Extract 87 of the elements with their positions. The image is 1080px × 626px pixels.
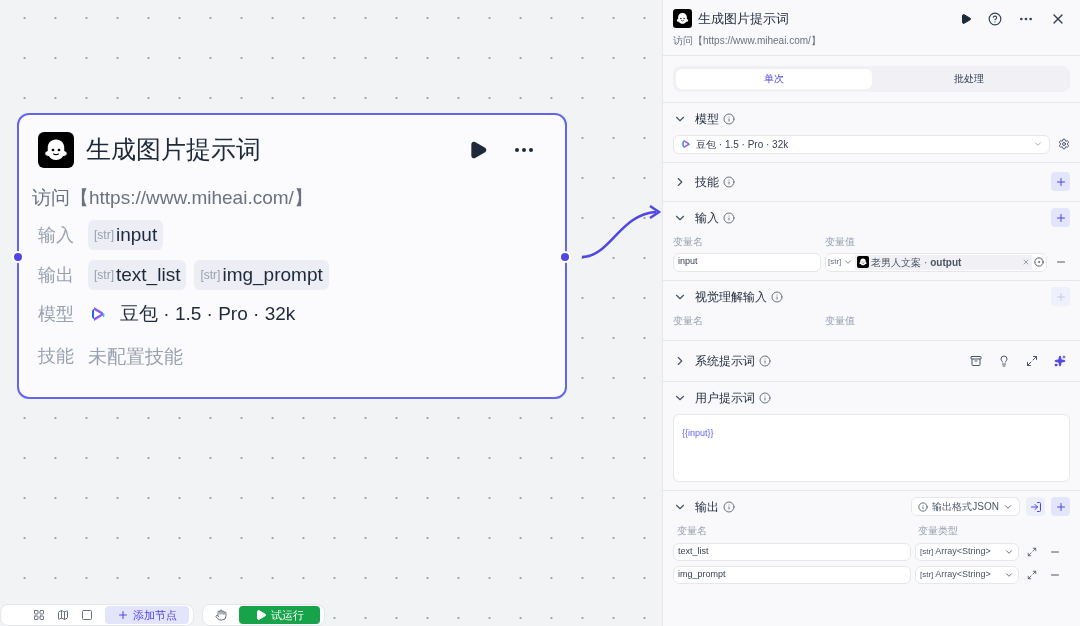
library-icon[interactable] [970,354,982,367]
variable-type-select[interactable]: [str] Array<String> [915,565,1019,584]
ghost-logo-icon [38,131,74,168]
grid-icon[interactable] [33,609,45,621]
plus-icon [1054,175,1067,188]
info-icon [723,175,735,188]
type-label: [str] [828,256,842,268]
row-label: 技能 [38,345,75,369]
panel-description: 访问【https://www.miheai.com/】 [673,33,822,48]
info-icon [771,290,783,303]
column-header: 变量名 [673,313,704,328]
column-header: 变量类型 [918,523,958,538]
mode-tab[interactable]: 单次 [676,68,872,89]
settings-icon[interactable] [1058,138,1070,150]
plus-icon [117,609,129,621]
parameter-name: input [116,222,158,247]
ghost-logo-icon [673,9,692,29]
value-type: Array<String> [935,544,991,558]
help-icon[interactable] [988,11,1002,26]
node-description: 访问【https://www.miheai.com/】 [32,185,314,210]
expand-icon[interactable] [1027,569,1037,580]
ghost-logo-icon [857,256,870,268]
lightbulb-icon[interactable] [998,354,1010,367]
play-icon [255,609,267,621]
plus-icon [1054,290,1067,303]
type-label: [str] [94,267,114,284]
expand-icon[interactable] [1026,354,1038,367]
chevron-down-icon [1033,139,1043,149]
output-port[interactable] [559,251,571,263]
type-label: [str] [94,227,114,244]
info-icon [723,112,735,125]
model-name: 豆包 · 1.5 · Pro · 32k [696,137,789,152]
type-label: [str] [920,568,934,581]
variable-name-field[interactable]: input [673,252,821,272]
add-node-button[interactable]: 添加节点 [105,606,189,624]
section-title: 输出 [695,498,719,516]
output-format-select[interactable]: 输出格式JSON [911,497,1020,516]
value-type: Array<String> [935,567,991,581]
sparkle-icon[interactable] [1054,354,1066,367]
row-label: 模型 [38,302,75,326]
expand-icon[interactable] [1027,546,1037,557]
section-title: 视觉理解输入 [695,288,767,306]
info-icon [723,211,735,224]
input-port[interactable] [12,251,24,263]
section-title: 输入 [695,209,719,227]
frame-icon[interactable] [81,609,93,621]
info-icon [723,500,735,513]
model-name: 豆包 · 1.5 · Pro · 32k [120,302,296,326]
type-label: [str] [200,267,221,284]
model-logo-icon [680,138,692,150]
variable-type-select[interactable]: [str] Array<String> [915,542,1019,561]
panel-title: 生成图片提示词 [698,10,789,28]
section-title: 技能 [695,173,719,191]
variable-name-field[interactable]: text_list [673,542,911,561]
plus-icon [1054,500,1067,513]
variable-value-field[interactable]: [str] 老男人文案 · output [825,252,1047,272]
import-icon [1029,500,1042,513]
column-header: 变量值 [825,234,855,249]
plus-icon [1054,211,1067,224]
row-label: 输入 [38,223,75,247]
reference-text: 老男人文案 · output [871,255,962,270]
column-header: 变量名 [677,523,708,538]
model-select[interactable]: 豆包 · 1.5 · Pro · 32k [673,134,1050,154]
variable-name-field[interactable]: img_prompt [673,565,911,584]
node-title: 生成图片提示词 [86,134,261,165]
type-label: [str] [920,545,934,558]
section-title: 用户提示词 [695,389,755,407]
parameter-name: text_list [116,262,181,288]
mode-tab[interactable]: 批处理 [871,68,1067,89]
info-icon [918,501,929,512]
user-prompt-field[interactable]: {{input}} [673,413,1070,482]
skills-value: 未配置技能 [88,344,183,369]
import-button[interactable] [1026,497,1045,516]
hand-icon[interactable] [215,609,227,621]
row-label: 输出 [38,263,75,287]
run-icon[interactable] [468,139,488,160]
section-title: 系统提示词 [695,352,755,370]
section-title: 模型 [695,110,719,128]
info-icon [759,354,771,367]
target-icon[interactable] [1034,257,1044,267]
map-icon[interactable] [57,609,69,621]
info-icon [759,391,771,404]
column-header: 变量值 [825,313,855,328]
prompt-variable: {{input}} [682,427,714,438]
parameter-name: img_prompt [222,262,323,288]
column-header: 变量名 [673,234,704,249]
run-icon[interactable] [960,12,972,25]
